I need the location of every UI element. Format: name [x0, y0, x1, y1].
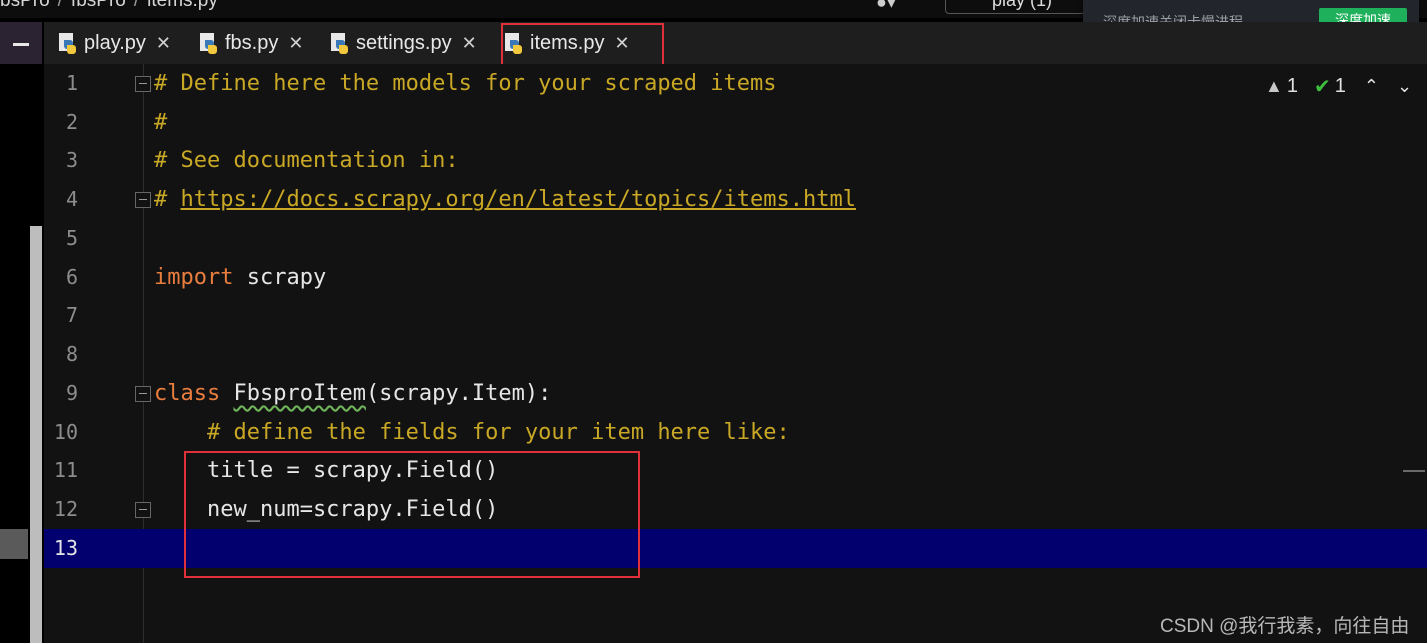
line-number: 4	[65, 187, 78, 211]
editor-tab-bar: play.py ✕ fbs.py ✕ settings.py ✕ items.p…	[44, 22, 1427, 68]
code-line[interactable]: 5	[44, 219, 1427, 258]
line-number: 8	[65, 342, 78, 366]
tab-label: fbs.py	[225, 31, 279, 54]
tab-settings-py[interactable]: settings.py ✕	[330, 22, 477, 64]
chevron-up-icon[interactable]: ⌃	[1364, 76, 1379, 97]
line-number: 2	[65, 110, 78, 134]
code-text: #	[154, 110, 168, 135]
side-marker	[0, 529, 28, 559]
line-number: 7	[65, 303, 78, 327]
fold-icon[interactable]	[135, 386, 151, 402]
line-number: 1	[65, 71, 78, 95]
tab-play-py[interactable]: play.py ✕	[58, 22, 171, 64]
watermark: CSDN @我行我素，向往自由	[1160, 616, 1410, 637]
code-line[interactable]: 10 # define the fields for your item her…	[44, 413, 1427, 452]
tab-highlight-box	[501, 23, 664, 70]
fold-icon[interactable]	[135, 76, 151, 92]
line-number: 6	[65, 265, 78, 289]
close-icon[interactable]: ✕	[156, 33, 171, 54]
line-number: 3	[65, 148, 78, 172]
fold-icon[interactable]	[135, 192, 151, 208]
warning-count: 1	[1286, 75, 1298, 97]
line-number: 5	[65, 226, 78, 250]
fold-icon[interactable]	[135, 502, 151, 518]
code-line[interactable]: 1 # Define here the models for your scra…	[44, 64, 1427, 103]
tab-label: play.py	[84, 31, 146, 54]
tab-label: settings.py	[356, 31, 452, 54]
code-line[interactable]: 3 # See documentation in:	[44, 141, 1427, 180]
code-line[interactable]: 6 import scrapy	[44, 258, 1427, 297]
collapse-button[interactable]	[0, 22, 42, 64]
close-icon[interactable]: ✕	[462, 33, 477, 54]
chevron-down-icon[interactable]: ⌄	[1397, 76, 1412, 97]
python-file-icon	[331, 33, 348, 54]
weak-warning-count: 1	[1334, 75, 1346, 97]
code-line[interactable]: 9 class FbsproItem(scrapy.Item):	[44, 374, 1427, 413]
code-text: # See documentation in:	[154, 148, 459, 173]
line-number: 12	[53, 497, 78, 521]
code-text: import scrapy	[154, 265, 327, 290]
line-number: 9	[65, 381, 78, 405]
code-text: # https://docs.scrapy.org/en/latest/topi…	[154, 187, 857, 212]
side-scrollbar[interactable]	[30, 226, 42, 643]
close-icon[interactable]: ✕	[288, 33, 303, 54]
line-number: 10	[53, 420, 78, 444]
code-line[interactable]: 8	[44, 335, 1427, 374]
line-number: 13	[53, 536, 78, 560]
warning-icon: ▲	[1265, 76, 1283, 96]
breadcrumb-item[interactable]: fbsPro	[71, 0, 126, 11]
breadcrumb: bsPro / fbsPro / items.py	[0, 0, 218, 12]
breadcrumb-item[interactable]: items.py	[147, 0, 218, 11]
weak-warning-icon: ✔	[1313, 76, 1331, 98]
code-text: # define the fields for your item here l…	[154, 420, 790, 445]
code-highlight-box	[184, 451, 640, 578]
line-number: 11	[53, 458, 78, 482]
scroll-marker	[1403, 470, 1425, 472]
code-line[interactable]: 2 #	[44, 103, 1427, 142]
inspection-widget[interactable]: ▲ 1 ✔ 1 ⌃ ⌄	[1265, 74, 1412, 99]
python-file-icon	[59, 33, 76, 54]
code-line[interactable]: 4 # https://docs.scrapy.org/en/latest/to…	[44, 180, 1427, 219]
code-text: # Define here the models for your scrape…	[154, 71, 777, 96]
python-file-icon	[200, 33, 217, 54]
code-text: class FbsproItem(scrapy.Item):	[154, 381, 552, 406]
breadcrumb-item[interactable]: bsPro	[0, 0, 50, 11]
run-config-dropdown[interactable]: play (1)	[945, 0, 1085, 14]
user-icon[interactable]: ●▾	[876, 0, 896, 13]
tab-fbs-py[interactable]: fbs.py ✕	[199, 22, 303, 64]
documentation-link[interactable]: https://docs.scrapy.org/en/latest/topics…	[181, 187, 857, 212]
code-line[interactable]: 7	[44, 296, 1427, 335]
